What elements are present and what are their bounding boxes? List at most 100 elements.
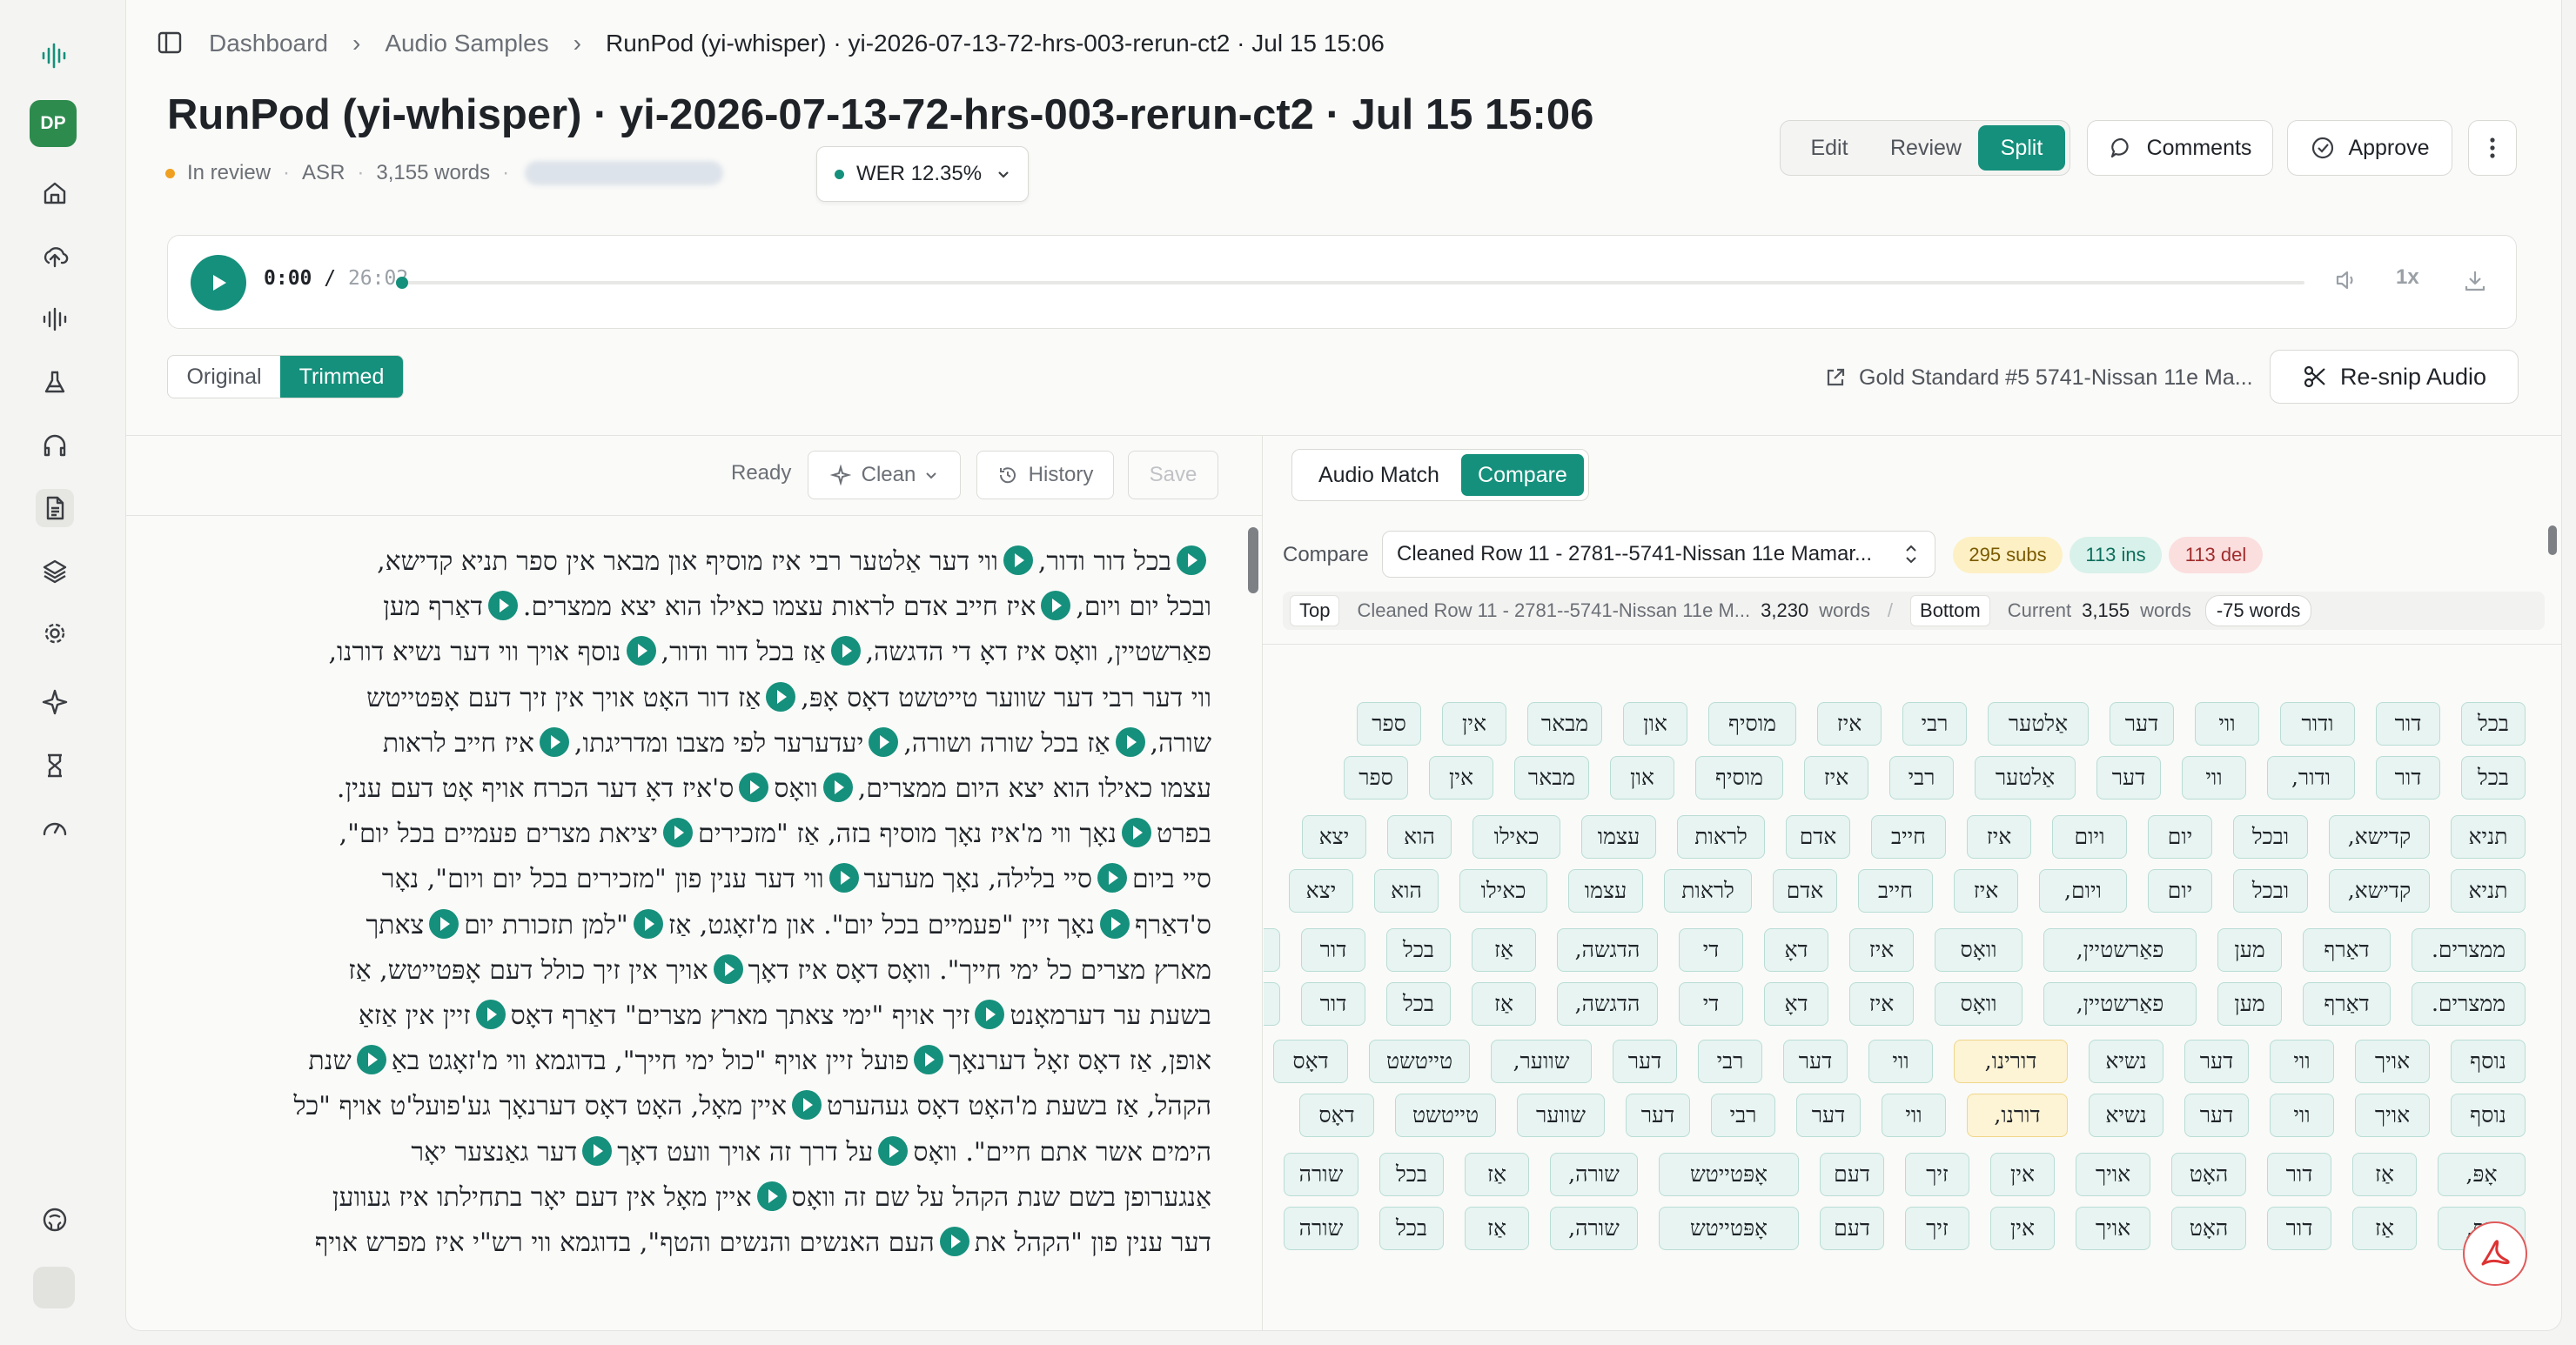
segment-play-icon[interactable]: [1099, 908, 1130, 939]
bottom-token[interactable]: אדם: [1773, 869, 1837, 913]
top-token[interactable]: עצמו: [1581, 815, 1656, 859]
breadcrumb-dashboard[interactable]: Dashboard: [209, 30, 328, 57]
seek-handle[interactable]: [396, 277, 408, 289]
top-token[interactable]: אין: [1442, 702, 1506, 746]
top-token[interactable]: קדישא,: [2329, 815, 2430, 859]
transcript-segment[interactable]: פאַרשטיין, וואָס איז דאָ די הדגשה,: [866, 637, 1211, 667]
transcript-line[interactable]: פאַרשטיין, וואָס איז דאָ די הדגשה, אַז בכ…: [157, 630, 1211, 675]
top-token[interactable]: זיך: [1905, 1153, 1969, 1196]
segment-play-icon[interactable]: [766, 681, 796, 712]
top-token[interactable]: הוא: [1387, 815, 1452, 859]
segment-play-icon[interactable]: [878, 1135, 909, 1166]
bottom-token[interactable]: דאַרף: [2303, 982, 2391, 1026]
top-token[interactable]: דער: [1783, 1040, 1848, 1083]
transcript-line[interactable]: עצמו כאילו הוא יצא היום ממצרים, וואָס ס'אי…: [157, 766, 1211, 812]
transcript-line[interactable]: שורה, אַז בכל שורה ושורה, יעדערער לפי מצבו…: [157, 721, 1211, 766]
top-token[interactable]: ווי: [2195, 702, 2259, 746]
transcript-segment[interactable]: נאָך ווי מ'איז נאָך מוסיף בזה, אַז "מזכי…: [698, 819, 1117, 849]
bottom-token[interactable]: ממצרים.: [2412, 982, 2526, 1026]
segment-play-icon[interactable]: [975, 1000, 1005, 1030]
top-token[interactable]: ממצרים.: [2412, 928, 2526, 972]
transcript-segment[interactable]: ווי דער ענין פון "מזכירים בכל יום ויום",…: [382, 864, 824, 894]
bottom-token[interactable]: האָט: [2171, 1207, 2246, 1250]
segment-play-icon[interactable]: [791, 1090, 822, 1121]
segment-play-icon[interactable]: [1121, 818, 1151, 848]
transcript-segment[interactable]: ווי דער רבי דער שווער טייטשט דאָס אָפּ,: [801, 683, 1211, 713]
transcript-line[interactable]: דער ענין פון "הקהל את העם האנשים והנשים ו…: [157, 1221, 1211, 1266]
editor-scrollbar[interactable]: [1248, 527, 1258, 593]
save-button[interactable]: Save: [1128, 451, 1218, 499]
top-token[interactable]: בכל: [1386, 928, 1451, 972]
segment-play-icon[interactable]: [633, 908, 663, 939]
bottom-token[interactable]: קדישא,: [2329, 869, 2430, 913]
transcript-line[interactable]: ס'דאַרף נאָך זיין "פעמיים בכל יום". און מ…: [157, 903, 1211, 948]
segment-play-icon[interactable]: [663, 818, 694, 848]
transcript-line[interactable]: ובכל יום ויום, איז חייב אדם לראות עצמו כא…: [157, 585, 1211, 630]
compare-scrollbar[interactable]: [2548, 525, 2557, 555]
bottom-token[interactable]: אַלטער: [1975, 756, 2076, 800]
transcript-segment[interactable]: איין מאָל, האָט דאָס דערנאָך גע'פועל'ט א…: [293, 1091, 786, 1121]
bottom-token[interactable]: ווי: [1882, 1094, 1946, 1137]
bottom-token[interactable]: אַז: [2352, 1207, 2417, 1250]
top-token[interactable]: בכל: [2461, 702, 2526, 746]
top-token[interactable]: תניא: [2451, 815, 2526, 859]
transcript-segment[interactable]: בפרט: [1157, 819, 1211, 849]
transcript-segment[interactable]: סיי בלילה, נאָך מערער: [864, 864, 1092, 894]
top-token[interactable]: דער: [2184, 1040, 2249, 1083]
top-token[interactable]: האָט: [2171, 1153, 2246, 1196]
top-token[interactable]: בכל: [1379, 1153, 1444, 1196]
transcript-segment[interactable]: ס'דאַרף: [1135, 910, 1211, 940]
top-token[interactable]: אין: [1990, 1153, 2055, 1196]
bottom-token[interactable]: מען: [2217, 982, 2282, 1026]
top-token[interactable]: טייטשט: [1369, 1040, 1470, 1083]
segment-play-icon[interactable]: [828, 863, 859, 893]
mode-review[interactable]: Review: [1874, 125, 1978, 171]
segment-play-icon[interactable]: [713, 954, 743, 984]
bottom-token[interactable]: זיך: [1905, 1207, 1969, 1250]
transcript-segment[interactable]: "למן תזכורת יום: [464, 910, 628, 940]
transcript-segment[interactable]: פועל זיין אויף "כול ימי חייך", בדוגמא וו…: [392, 1046, 909, 1076]
segment-play-icon[interactable]: [429, 908, 460, 939]
transcript-line[interactable]: הקהל, אַז בשעת מ'האָט דאָס געהערט איין מא…: [157, 1084, 1211, 1129]
hourglass-icon[interactable]: [36, 746, 74, 785]
transcript-segment[interactable]: נוסף אויך ווי דער נשיא דורנו,: [329, 637, 621, 667]
top-token[interactable]: ויום: [2052, 815, 2127, 859]
segment-play-icon[interactable]: [626, 636, 656, 666]
bottom-token[interactable]: דור: [1301, 982, 1365, 1026]
transcript-segment[interactable]: אויך אין זיך כולל דעם אָפּטייטש, אַז: [348, 955, 708, 986]
tab-audio-match[interactable]: Audio Match: [1297, 454, 1461, 496]
transcript-segment[interactable]: שורה,: [1150, 728, 1211, 759]
top-token[interactable]: רבי: [1698, 1040, 1762, 1083]
transcript-segment[interactable]: הקהל, אַז בשעת מ'האָט דאָס געהערט: [827, 1091, 1211, 1121]
segment-play-icon[interactable]: [356, 1045, 386, 1075]
approve-button[interactable]: Approve: [2287, 120, 2452, 176]
top-token[interactable]: און: [1623, 702, 1687, 746]
transcript-segment[interactable]: העם האנשים והנשים והטף", בדוגמא ווי רש"י…: [315, 1228, 935, 1258]
document-icon[interactable]: [36, 489, 74, 527]
bottom-token[interactable]: תניא: [2451, 869, 2526, 913]
transcript-line[interactable]: בכל דור ודור, ווי דער אַלטער רבי איז מוסי…: [157, 539, 1211, 585]
home-icon[interactable]: [36, 174, 74, 212]
segment-play-icon[interactable]: [539, 726, 569, 757]
top-token[interactable]: אדם: [1786, 815, 1850, 859]
top-token[interactable]: ובכל: [2233, 815, 2308, 859]
top-token[interactable]: דעם: [1820, 1153, 1884, 1196]
transcript-segment[interactable]: בשעת ער דערמאָנט: [1010, 1000, 1211, 1031]
top-token[interactable]: אַז: [1472, 928, 1536, 972]
github-icon[interactable]: [36, 1201, 74, 1239]
bottom-token[interactable]: אָפּטייטש: [1659, 1207, 1799, 1250]
transcript-segment[interactable]: הימים אשר אתם חיים". וואָס: [913, 1137, 1211, 1168]
top-token[interactable]: יצא: [1302, 815, 1366, 859]
segment-play-icon[interactable]: [830, 636, 861, 666]
split-divider[interactable]: [1262, 435, 1263, 1331]
clean-dropdown[interactable]: Clean: [808, 451, 961, 499]
top-token[interactable]: נשיא: [2089, 1040, 2163, 1083]
sidebar-toggle-icon[interactable]: [157, 30, 183, 56]
bottom-token[interactable]: יצא: [1289, 869, 1353, 913]
top-token[interactable]: דאָ: [1764, 928, 1828, 972]
top-token[interactable]: חייב: [1871, 815, 1946, 859]
bottom-token[interactable]: רבי: [1889, 756, 1954, 800]
transcript-segment[interactable]: ובכל יום ויום,: [1076, 592, 1211, 622]
transcript-segment[interactable]: אַז בכל דור ודור,: [661, 637, 826, 667]
transcript-line[interactable]: אַנגערופן בשם שנת הקהל על שם זה וואָס איי…: [157, 1175, 1211, 1221]
